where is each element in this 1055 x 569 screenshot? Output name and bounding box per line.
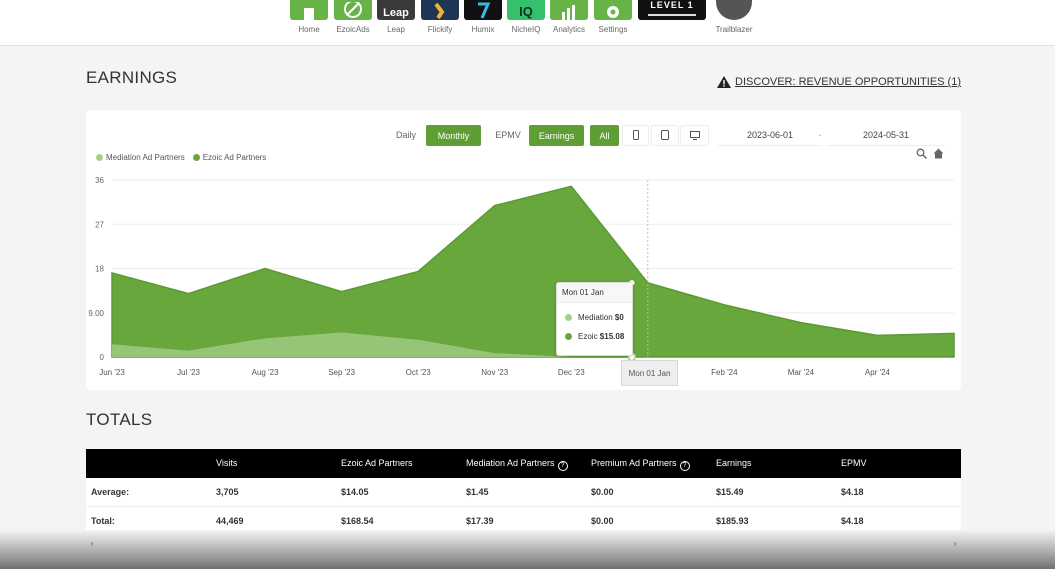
totals-table: Visits Ezoic Ad Partners Mediation Ad Pa… [86, 449, 961, 536]
discover-link-text: DISCOVER: REVENUE OPPORTUNITIES (1) [735, 76, 961, 88]
app-leap[interactable]: Leap Leap [377, 0, 415, 34]
column-header-premium[interactable]: Premium Ad Partners? [591, 449, 690, 478]
trailblazer-avatar[interactable] [716, 0, 752, 20]
column-header[interactable]: Ezoic Ad Partners [341, 449, 413, 478]
app-analytics[interactable]: Analytics [550, 0, 588, 34]
tooltip-dot-mediation [565, 314, 572, 321]
top-app-nav: Home EzoicAds Leap Leap Flickify Humix I… [0, 0, 1055, 46]
app-humix[interactable]: Humix [464, 0, 502, 34]
help-icon[interactable]: ? [557, 461, 568, 471]
x-tick-label: Aug '23 [252, 368, 279, 377]
humix-app-icon [464, 0, 502, 20]
app-label: Flickify [427, 25, 453, 34]
app-label: NicheIQ [511, 25, 541, 34]
ezoicads-app-icon [334, 0, 372, 20]
y-tick-label: 9.00 [88, 309, 104, 318]
x-tick-label: Nov '23 [481, 368, 508, 377]
app-label: EzoicAds [336, 25, 370, 34]
x-tick-label: Sep '23 [328, 368, 355, 377]
analytics-app-icon [550, 0, 588, 20]
column-header-text: Mediation Ad Partners [466, 458, 555, 468]
app-home[interactable]: Home [290, 0, 328, 34]
home-app-icon [290, 0, 328, 20]
table-cell: $4.18 [841, 487, 864, 497]
table-cell: 3,705 [216, 487, 239, 497]
level-badge-text: LEVEL 1 [650, 0, 694, 10]
leap-tile-text: Leap [383, 7, 409, 19]
nicheiq-tile-text: IQ [519, 4, 533, 19]
table-cell: $1.45 [466, 487, 489, 497]
earnings-title: EARNINGS [86, 68, 178, 87]
table-cell: $15.49 [716, 487, 744, 497]
warning-icon [717, 76, 732, 88]
trailblazer-label: Trailblazer [715, 25, 753, 34]
totals-title: TOTALS [86, 410, 153, 429]
tooltip-row-ezoic: Ezoic $15.08 [557, 332, 632, 341]
column-header[interactable]: Earnings [716, 449, 752, 478]
column-header-text: Premium Ad Partners [591, 458, 677, 468]
tooltip-label: Ezoic [578, 332, 598, 341]
tooltip-row-mediation: Mediation $0 [557, 313, 632, 322]
earnings-area-chart[interactable]: 0 9.00 18 27 36 Jun '23 Jul '23 Aug '23 Sep '23 O… [86, 110, 961, 390]
table-cell: $14.05 [341, 487, 369, 497]
table-row: Average: 3,705 $14.05 $1.45 $0.00 $15.49… [86, 478, 961, 507]
series-area-ezoic [111, 185, 955, 358]
level-badge[interactable]: LEVEL 1 [638, 0, 706, 20]
help-icon[interactable]: ? [679, 461, 690, 471]
horizontal-scrollbar[interactable] [86, 538, 961, 550]
app-flickify[interactable]: Flickify [421, 0, 459, 34]
y-tick-label: 0 [100, 353, 105, 362]
x-tick-label: Jun '23 [99, 368, 125, 377]
row-label: Average: [91, 487, 130, 497]
app-settings[interactable]: Settings [594, 0, 632, 34]
table-header-row: Visits Ezoic Ad Partners Mediation Ad Pa… [86, 449, 961, 478]
app-label: Settings [598, 25, 628, 34]
gear-icon [594, 0, 632, 20]
column-header[interactable]: Visits [216, 449, 237, 478]
crosshair-x-label: Mon 01 Jan [621, 360, 678, 386]
app-label: Humix [471, 25, 495, 34]
x-tick-label: Oct '23 [406, 368, 432, 377]
tooltip-value: $0 [614, 313, 624, 322]
discover-revenue-link[interactable]: DISCOVER: REVENUE OPPORTUNITIES (1) [717, 76, 961, 88]
x-tick-label: Apr '24 [865, 368, 891, 377]
x-tick-label: Dec '23 [558, 368, 585, 377]
y-tick-label: 36 [95, 176, 104, 185]
app-ezoicads[interactable]: EzoicAds [334, 0, 372, 34]
tooltip-label: Mediation [578, 313, 613, 322]
app-label: Home [298, 25, 320, 34]
column-header-mediation[interactable]: Mediation Ad Partners? [466, 449, 568, 478]
y-tick-label: 18 [95, 265, 104, 274]
table-cell: $0.00 [591, 487, 614, 497]
tooltip-header: Mon 01 Jan [557, 283, 632, 303]
column-header[interactable]: EPMV [841, 449, 867, 478]
nicheiq-app-icon: IQ [507, 0, 545, 20]
app-nicheiq[interactable]: IQ NicheIQ [507, 0, 545, 34]
tooltip-dot-ezoic [565, 333, 572, 340]
flickify-app-icon [421, 0, 459, 20]
x-tick-label: Jul '23 [177, 368, 200, 377]
app-label: Analytics [552, 25, 585, 34]
chart-tooltip: Mon 01 Jan Mediation $0 Ezoic $15.08 [556, 282, 633, 356]
app-label: Leap [387, 25, 405, 34]
level-progress-bar [648, 14, 696, 16]
leap-app-icon: Leap [377, 0, 415, 20]
earnings-chart-card: Daily Monthly EPMV Earnings All 2023-06-… [86, 110, 961, 390]
x-tick-label: Mar '24 [788, 368, 815, 377]
x-tick-label: Feb '24 [711, 368, 738, 377]
tooltip-value: $15.08 [599, 332, 625, 341]
y-tick-label: 27 [95, 220, 104, 229]
